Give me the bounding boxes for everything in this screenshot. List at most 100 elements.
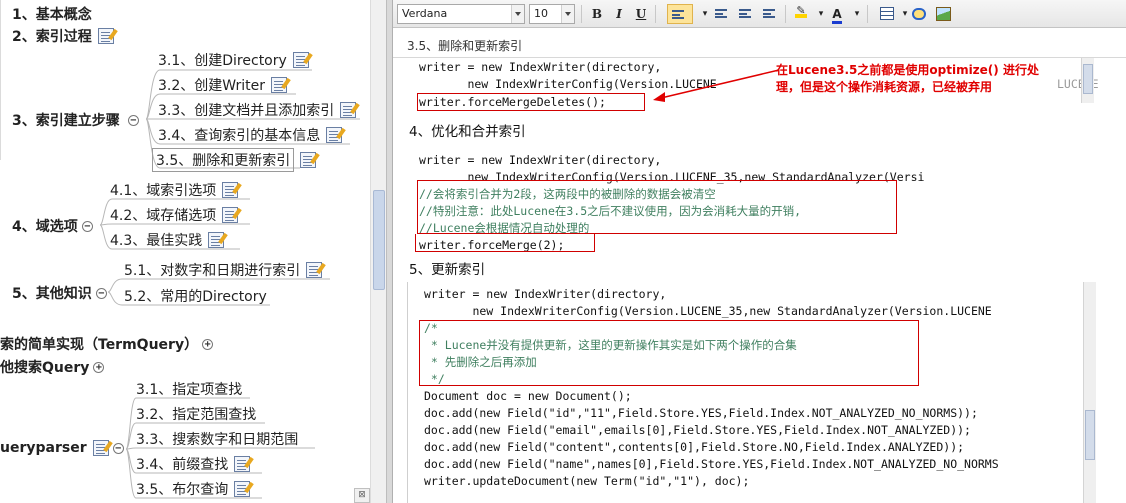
note-icon[interactable] (222, 182, 239, 198)
code-line: doc.add(new Field("id","11",Field.Store.… (424, 406, 978, 420)
note-title: 3.5、删除和更新索引 (393, 34, 1126, 58)
section-heading-5: 5、更新索引 (409, 262, 486, 278)
code-block-scrollbar[interactable] (1081, 58, 1094, 103)
map-node-query-index-info[interactable]: 3.4、查询索引的基本信息 (158, 125, 343, 145)
toolbar-separator (867, 5, 868, 23)
indent-button[interactable] (759, 4, 779, 24)
mind-map-scrollbar[interactable] (370, 0, 386, 503)
code-line: writer = new IndexWriter(directory, (419, 153, 662, 167)
note-icon[interactable] (208, 232, 225, 248)
map-node-range-search[interactable]: 3.2、指定范围查找 (136, 404, 256, 424)
bold-button[interactable]: B (587, 4, 607, 24)
map-node-queryparser[interactable]: ueryparser − (0, 440, 124, 456)
font-color-dropdown-icon[interactable]: ▾ (847, 4, 867, 24)
underline-button[interactable]: U (631, 4, 651, 24)
section-heading-4: 4、优化和合并索引 (409, 124, 526, 140)
scrollbar-thumb[interactable] (1083, 64, 1093, 94)
highlight-button[interactable]: ✎ (791, 4, 811, 24)
node-label: 他搜索Query (0, 360, 90, 376)
node-label: 3.4、查询索引的基本信息 (158, 128, 321, 144)
map-node-other-knowledge[interactable]: 5、其他知识 − (12, 283, 107, 303)
note-icon[interactable] (326, 127, 343, 143)
dropdown-arrow-icon[interactable] (561, 5, 574, 23)
format-toolbar: Verdana 10 B I U ▾ ✎ ▾ A ▾ ▾ (393, 0, 1126, 28)
insert-link-button[interactable] (909, 4, 929, 24)
code-line: new IndexWriterConfig(Version.LUCENE_35,… (424, 304, 992, 318)
node-label: 4.3、最佳实践 (110, 233, 203, 249)
code-line: writer = new IndexWriter(directory, (419, 60, 662, 74)
outdent-button[interactable] (735, 4, 755, 24)
map-node-index-steps[interactable]: 3、索引建立步骤 − (12, 110, 139, 130)
node-label: 3.2、创建Writer (158, 78, 265, 94)
italic-button[interactable]: I (609, 4, 629, 24)
note-icon[interactable] (234, 456, 251, 472)
highlight-box (417, 93, 645, 111)
note-icon[interactable] (300, 152, 317, 168)
toolbar-separator (581, 5, 582, 23)
dropdown-arrow-icon[interactable] (511, 5, 524, 23)
node-label: ueryparser (0, 440, 87, 456)
node-label: 3.3、搜索数字和日期范围 (136, 432, 299, 448)
map-node-create-writer[interactable]: 3.2、创建Writer (158, 75, 287, 95)
node-label: 3.1、创建Directory (158, 53, 287, 69)
map-node-termquery[interactable]: 索的简单实现（TermQuery） + (0, 334, 214, 354)
font-color-button[interactable]: A (827, 4, 847, 24)
note-icon[interactable] (340, 102, 357, 118)
font-size-value: 10 (534, 7, 548, 20)
align-left-icon (672, 10, 684, 19)
note-editor[interactable]: Verdana 10 B I U ▾ ✎ ▾ A ▾ ▾ 3.5、删除和更新索引… (392, 0, 1126, 503)
highlight-box (415, 234, 595, 252)
align-left-button[interactable] (667, 4, 693, 24)
note-icon[interactable] (97, 28, 114, 44)
resize-corner-icon[interactable]: ⊠ (354, 488, 370, 503)
expand-toggle-icon[interactable]: + (93, 361, 105, 373)
collapse-toggle-icon[interactable]: − (127, 114, 139, 126)
node-label: 4、域选项 (12, 219, 78, 235)
node-label: 索的简单实现（TermQuery） (0, 337, 199, 353)
map-node-index-numbers-dates[interactable]: 5.1、对数字和日期进行索引 (124, 260, 323, 280)
map-node-field-store-options[interactable]: 4.2、域存储选项 (110, 205, 239, 225)
map-node-basic-concepts[interactable]: 1、基本概念 (12, 4, 92, 24)
note-icon[interactable] (222, 207, 239, 223)
map-node-create-directory[interactable]: 3.1、创建Directory (158, 50, 309, 70)
mind-map-panel[interactable]: 1、基本概念 2、索引过程 3、索引建立步骤 − 3.1、创建Directory… (0, 0, 370, 503)
map-node-create-document[interactable]: 3.3、创建文档并且添加索引 (158, 100, 357, 120)
code-block-scrollbar[interactable] (1083, 282, 1096, 503)
note-icon[interactable] (292, 52, 309, 68)
table-button[interactable] (877, 4, 897, 24)
note-icon[interactable] (92, 440, 109, 456)
collapse-toggle-icon[interactable]: − (81, 220, 93, 232)
insert-image-button[interactable] (933, 4, 953, 24)
bullet-list-button[interactable] (711, 4, 731, 24)
note-icon[interactable] (306, 262, 323, 278)
note-icon[interactable] (234, 481, 251, 497)
expand-toggle-icon[interactable]: + (202, 338, 214, 350)
node-label: 5.2、常用的Directory (124, 289, 267, 305)
map-node-numeric-range-search[interactable]: 3.3、搜索数字和日期范围 (136, 429, 298, 449)
map-node-index-process[interactable]: 2、索引过程 (12, 26, 114, 46)
map-node-prefix-search[interactable]: 3.4、前缀查找 (136, 454, 251, 474)
map-node-other-query[interactable]: 他搜索Query + (0, 357, 105, 377)
map-node-field-options[interactable]: 4、域选项 − (12, 216, 93, 236)
font-color-icon: A (832, 7, 842, 24)
font-size-select[interactable]: 10 (529, 4, 575, 24)
scrollbar-thumb[interactable] (1085, 410, 1095, 460)
highlight-box (417, 180, 897, 234)
map-node-field-index-options[interactable]: 4.1、域索引选项 (110, 180, 239, 200)
map-node-delete-update-index[interactable]: 3.5、删除和更新索引 (152, 148, 317, 172)
note-icon[interactable] (270, 77, 287, 93)
collapse-toggle-icon[interactable]: − (95, 287, 107, 299)
map-node-term-search[interactable]: 3.1、指定项查找 (136, 379, 242, 399)
code-line: writer.updateDocument(new Term("id","1")… (424, 474, 750, 488)
map-node-common-directory[interactable]: 5.2、常用的Directory (124, 286, 267, 306)
node-label: 3.5、删除和更新索引 (152, 148, 295, 172)
map-node-boolean-query[interactable]: 3.5、布尔查询 (136, 479, 251, 499)
scrollbar-thumb[interactable] (373, 190, 385, 290)
note-content[interactable]: writer = new IndexWriter(directory, new … (393, 58, 1126, 503)
font-name-select[interactable]: Verdana (397, 4, 525, 24)
code-block-3[interactable]: writer = new IndexWriter(directory, new … (407, 282, 1097, 503)
collapse-toggle-icon[interactable]: − (112, 442, 124, 454)
map-node-best-practice[interactable]: 4.3、最佳实践 (110, 230, 225, 250)
toolbar-separator (785, 5, 786, 23)
node-label: 3.2、指定范围查找 (136, 407, 257, 423)
